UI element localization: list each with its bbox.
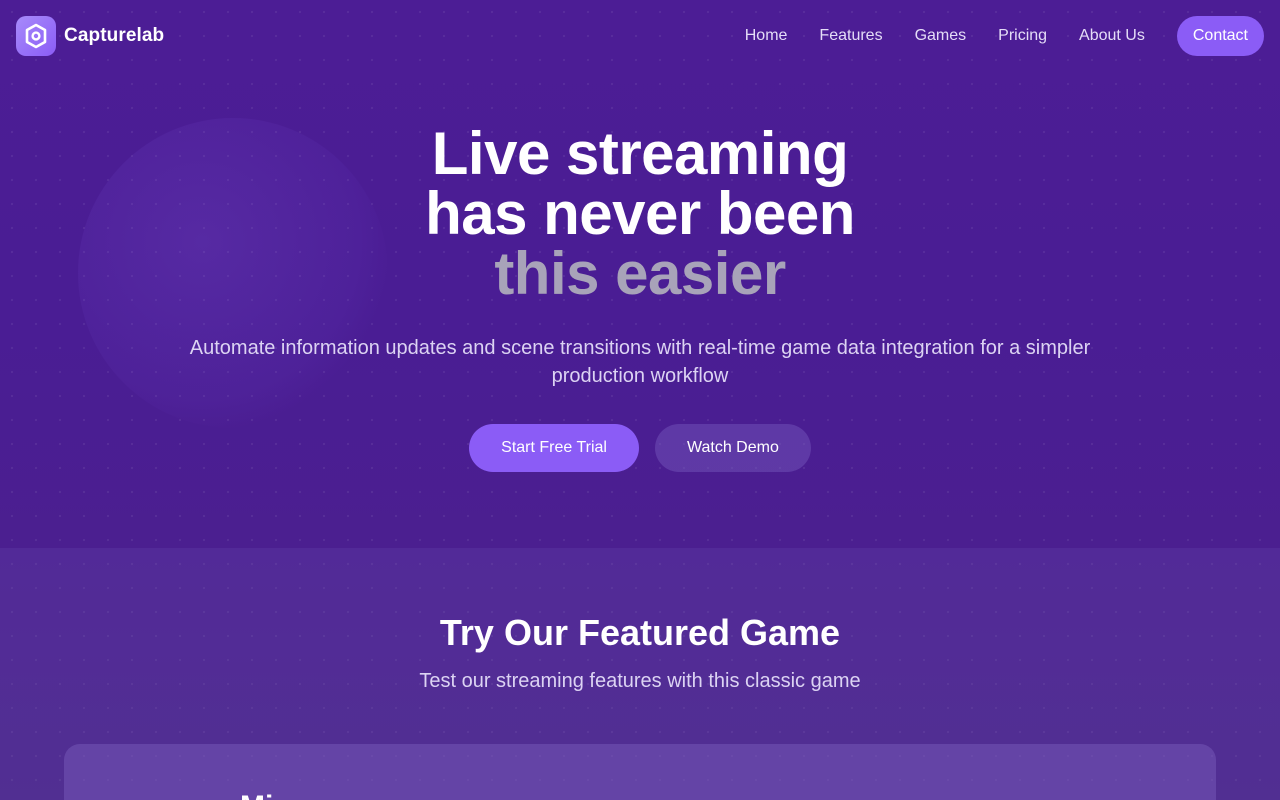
nav-link-pricing[interactable]: Pricing <box>998 27 1047 45</box>
hero-title-line-1: Live streaming <box>431 120 849 187</box>
nav-link-features[interactable]: Features <box>819 27 882 45</box>
hero-subtitle: Automate information updates and scene t… <box>189 337 1091 387</box>
hexagon-logo-icon <box>16 16 56 56</box>
featured-game-title: Try Our Featured Game <box>439 612 841 653</box>
nav-link-home[interactable]: Home <box>745 27 788 45</box>
page: Capturelab Home Features Games Pricing A… <box>0 0 1280 800</box>
featured-game-subtitle: Test our streaming features with this cl… <box>419 670 861 692</box>
nav-link-about-us[interactable]: About Us <box>1079 27 1145 45</box>
watch-demo-button[interactable]: Watch Demo <box>654 424 811 472</box>
featured-game-card[interactable]: Mi <box>64 744 1216 800</box>
game-card-title: Mi <box>240 790 273 800</box>
nav-links: Home Features Games Pricing About Us Con… <box>713 16 1264 56</box>
top-navigation: Capturelab Home Features Games Pricing A… <box>16 16 1264 56</box>
hero-section: Live streaming has never been this easie… <box>0 124 1280 472</box>
hero-title: Live streaming has never been this easie… <box>0 124 1280 304</box>
brand-name: Capturelab <box>64 25 165 46</box>
contact-button[interactable]: Contact <box>1176 16 1264 56</box>
start-free-trial-button[interactable]: Start Free Trial <box>469 424 639 472</box>
brand[interactable]: Capturelab <box>16 16 164 56</box>
hero-title-line-2: has never been <box>425 180 855 247</box>
nav-link-games[interactable]: Games <box>915 27 967 45</box>
hero-title-line-3: this easier <box>494 240 786 307</box>
hero-cta-row: Start Free Trial Watch Demo <box>0 424 1280 472</box>
